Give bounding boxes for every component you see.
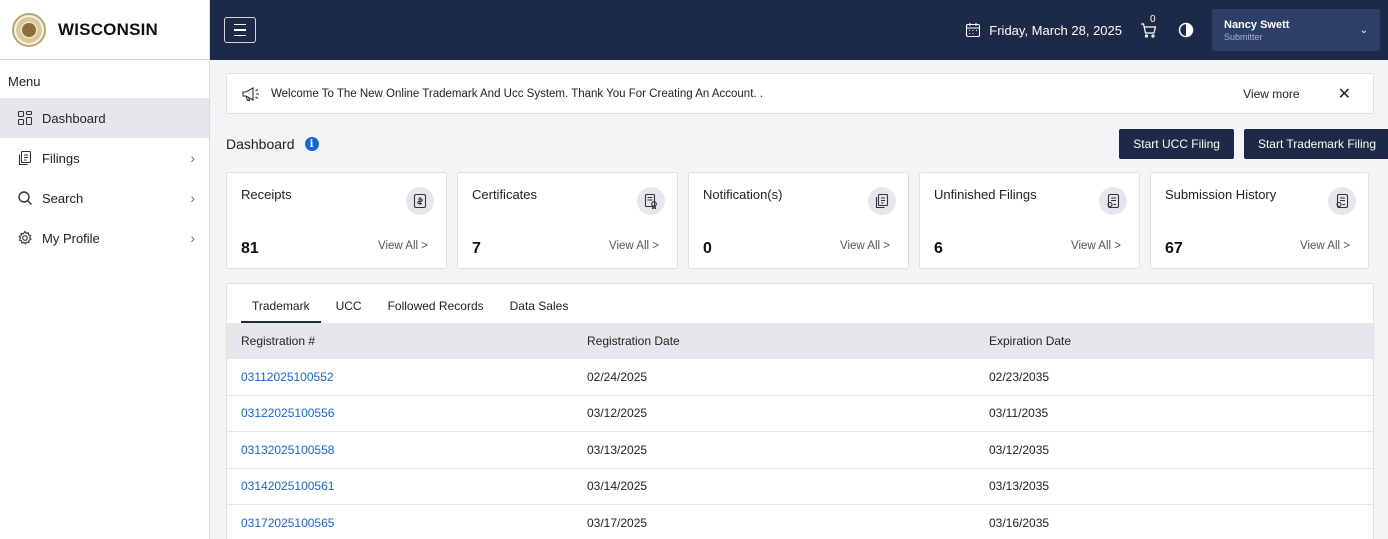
contrast-toggle-button[interactable] <box>1178 22 1194 38</box>
registration-number-link[interactable]: 03172025100565 <box>241 516 334 530</box>
tab-ucc[interactable]: UCC <box>325 299 373 323</box>
receipts-card: Receipts 81 View All > <box>226 172 447 269</box>
tab-data-sales[interactable]: Data Sales <box>499 299 580 323</box>
welcome-banner: Welcome To The New Online Trademark And … <box>226 73 1374 114</box>
sidebar: WISCONSIN Menu Dashboard Filings › Searc… <box>0 0 210 539</box>
submission-history-card: Submission History 67 View All > <box>1150 172 1369 269</box>
sidebar-item-filings[interactable]: Filings › <box>0 138 209 178</box>
registration-number-link[interactable]: 03122025100556 <box>241 406 334 420</box>
view-all-submission-history-link[interactable]: View All > <box>1300 240 1350 252</box>
main-content: Welcome To The New Online Trademark And … <box>226 73 1388 539</box>
card-count: 0 <box>703 240 712 257</box>
tab-bar: Trademark UCC Followed Records Data Sale… <box>227 284 1373 323</box>
calendar-icon <box>966 23 981 38</box>
table-header: Registration # Registration Date Expirat… <box>227 323 1373 359</box>
state-seal-icon <box>12 12 46 47</box>
info-icon[interactable]: i <box>304 137 319 151</box>
table-row: 03132025100558 03/13/2025 03/12/2035 <box>227 432 1373 469</box>
table-row: 03142025100561 03/14/2025 03/13/2035 <box>227 469 1373 505</box>
tab-trademark[interactable]: Trademark <box>241 299 321 323</box>
sidebar-item-dashboard[interactable]: Dashboard <box>0 98 209 138</box>
registration-number-link[interactable]: 03142025100561 <box>241 479 334 493</box>
records-panel: Trademark UCC Followed Records Data Sale… <box>226 283 1374 539</box>
tab-followed-records[interactable]: Followed Records <box>377 299 495 323</box>
registration-number-link[interactable]: 03132025100558 <box>241 443 334 457</box>
sidebar-item-search[interactable]: Search › <box>0 178 209 218</box>
card-count: 6 <box>934 240 943 257</box>
brand-name: WISCONSIN <box>58 19 159 39</box>
expiration-date: 03/16/2035 <box>989 515 1050 530</box>
receipt-icon <box>406 187 434 215</box>
registration-date: 03/13/2025 <box>587 442 648 457</box>
sidebar-item-my-profile[interactable]: My Profile › <box>0 218 209 258</box>
banner-message: Welcome To The New Online Trademark And … <box>271 87 763 100</box>
table-row: 03122025100556 03/12/2025 03/11/2035 <box>227 396 1373 432</box>
card-count: 81 <box>241 240 259 257</box>
registration-number-link[interactable]: 03112025100552 <box>241 370 334 384</box>
registration-date: 02/24/2025 <box>587 369 648 384</box>
sidebar-item-label: Dashboard <box>42 110 106 126</box>
page-title: Dashboard <box>226 136 295 152</box>
top-bar: Friday, March 28, 2025 0 Nancy Swett Sub… <box>210 0 1388 60</box>
brand[interactable]: WISCONSIN <box>0 0 209 60</box>
chevron-right-icon: › <box>190 190 195 206</box>
menu-toggle-button[interactable] <box>224 17 256 43</box>
registration-date: 03/17/2025 <box>587 515 648 530</box>
filings-icon <box>16 149 34 167</box>
user-menu-button[interactable]: Nancy Swett Submitter ⌄ <box>1212 9 1380 51</box>
view-all-receipts-link[interactable]: View All > <box>378 240 428 252</box>
certificates-card: Certificates 7 View All > <box>457 172 678 269</box>
expiration-date: 03/11/2035 <box>989 406 1049 421</box>
registration-date: 03/12/2025 <box>587 406 648 421</box>
notification-icon <box>868 187 896 215</box>
certificate-icon <box>637 187 665 215</box>
search-icon <box>16 189 34 207</box>
history-document-icon <box>1328 187 1356 215</box>
expiration-date: 02/23/2035 <box>989 369 1050 384</box>
start-ucc-filing-button[interactable]: Start UCC Filing <box>1119 129 1234 159</box>
view-all-notifications-link[interactable]: View All > <box>840 240 890 252</box>
user-name: Nancy Swett <box>1224 18 1290 31</box>
view-all-unfinished-filings-link[interactable]: View All > <box>1071 240 1121 252</box>
card-count: 7 <box>472 240 481 257</box>
date-text: Friday, March 28, 2025 <box>989 22 1122 38</box>
menu-title: Menu <box>8 74 41 89</box>
cart-button[interactable]: 0 <box>1140 14 1158 38</box>
column-header-expiration-date[interactable]: Expiration Date <box>989 334 1373 348</box>
column-header-registration-date[interactable]: Registration Date <box>587 334 989 348</box>
column-header-registration-number[interactable]: Registration # <box>227 334 587 348</box>
chevron-right-icon: › <box>190 230 195 246</box>
start-trademark-filing-button[interactable]: Start Trademark Filing <box>1243 129 1388 159</box>
close-banner-button[interactable]: ✕ <box>1338 84 1351 104</box>
table-row: 03172025100565 03/17/2025 03/16/2035 <box>227 505 1373 539</box>
settings-icon <box>16 229 34 247</box>
unfinished-filings-card: Unfinished Filings 6 View All > <box>919 172 1140 269</box>
chevron-down-icon: ⌄ <box>1359 24 1368 36</box>
notifications-card: Notification(s) 0 View All > <box>688 172 909 269</box>
registration-date: 03/14/2025 <box>587 479 648 494</box>
cart-count-badge: 0 <box>1150 14 1156 25</box>
document-list-icon <box>1099 187 1127 215</box>
sidebar-item-label: Search <box>42 190 84 206</box>
contrast-icon <box>1178 22 1194 38</box>
user-role: Submitter <box>1224 31 1263 42</box>
card-count: 67 <box>1165 240 1183 257</box>
sidebar-item-label: My Profile <box>42 230 100 246</box>
megaphone-icon <box>242 86 259 101</box>
view-more-link[interactable]: View more <box>1243 87 1299 101</box>
table-row: 03112025100552 02/24/2025 02/23/2035 <box>227 359 1373 396</box>
expiration-date: 03/12/2035 <box>989 442 1050 457</box>
chevron-right-icon: › <box>190 150 195 166</box>
current-date: Friday, March 28, 2025 <box>965 22 1122 38</box>
dashboard-icon <box>16 109 34 127</box>
expiration-date: 03/13/2035 <box>989 479 1050 494</box>
sidebar-item-label: Filings <box>42 150 80 166</box>
view-all-certificates-link[interactable]: View All > <box>609 240 659 252</box>
